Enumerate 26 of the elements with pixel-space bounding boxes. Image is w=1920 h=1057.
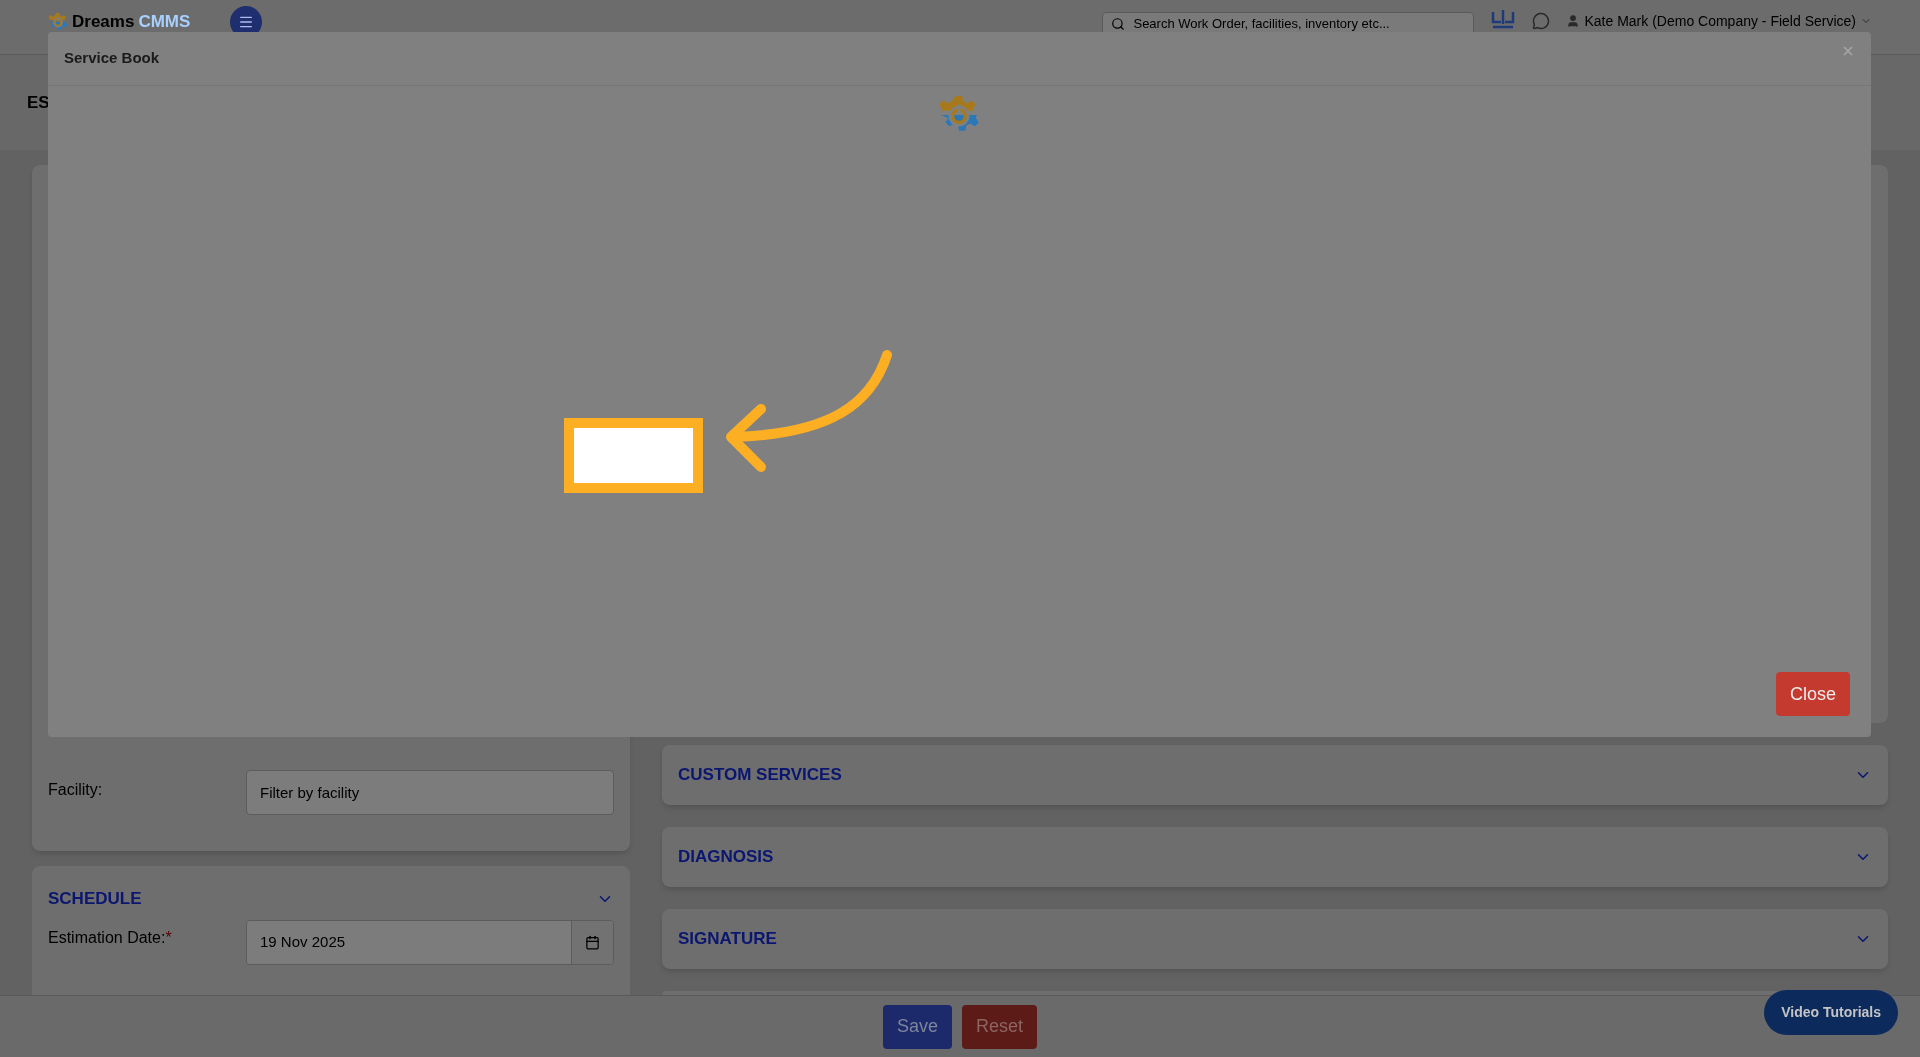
facility-field[interactable]: Filter by facility: [246, 770, 614, 815]
calendar-icon[interactable]: [585, 934, 600, 950]
page-heading: ES: [27, 91, 50, 114]
logo-accent-text: CMMS: [138, 13, 191, 31]
chat-icon[interactable]: [1532, 12, 1551, 30]
accordion-header[interactable]: SIGNATURE: [662, 909, 1888, 969]
save-button[interactable]: Save: [882, 1004, 952, 1049]
menu-icon: [238, 14, 255, 30]
required-mark: *: [165, 927, 172, 948]
close-icon[interactable]: [1841, 44, 1855, 58]
field-label: Facility:: [48, 780, 104, 800]
accordion-header[interactable]: CUSTOM SERVICES: [662, 745, 1888, 805]
video-tutorials-button[interactable]: Video Tutorials: [1764, 990, 1898, 1035]
user-name[interactable]: Kate Mark (Demo Company - Field Service): [1584, 12, 1856, 30]
section-title: SCHEDULE: [48, 888, 142, 910]
logo-text: Dreams: [72, 13, 135, 31]
logo-icon: [48, 12, 68, 32]
search-icon: [1111, 17, 1126, 31]
reset-button[interactable]: Reset: [962, 1004, 1038, 1049]
field-label: Estimation Date:: [48, 927, 166, 948]
user-icon: [1566, 14, 1581, 28]
date-field[interactable]: 19 Nov 2025: [246, 919, 614, 965]
scale-icon[interactable]: [1490, 10, 1517, 30]
modal-title: Service Book: [64, 48, 160, 69]
accordion-header[interactable]: DIAGNOSIS: [662, 827, 1888, 887]
close-button[interactable]: Close: [1775, 672, 1850, 716]
